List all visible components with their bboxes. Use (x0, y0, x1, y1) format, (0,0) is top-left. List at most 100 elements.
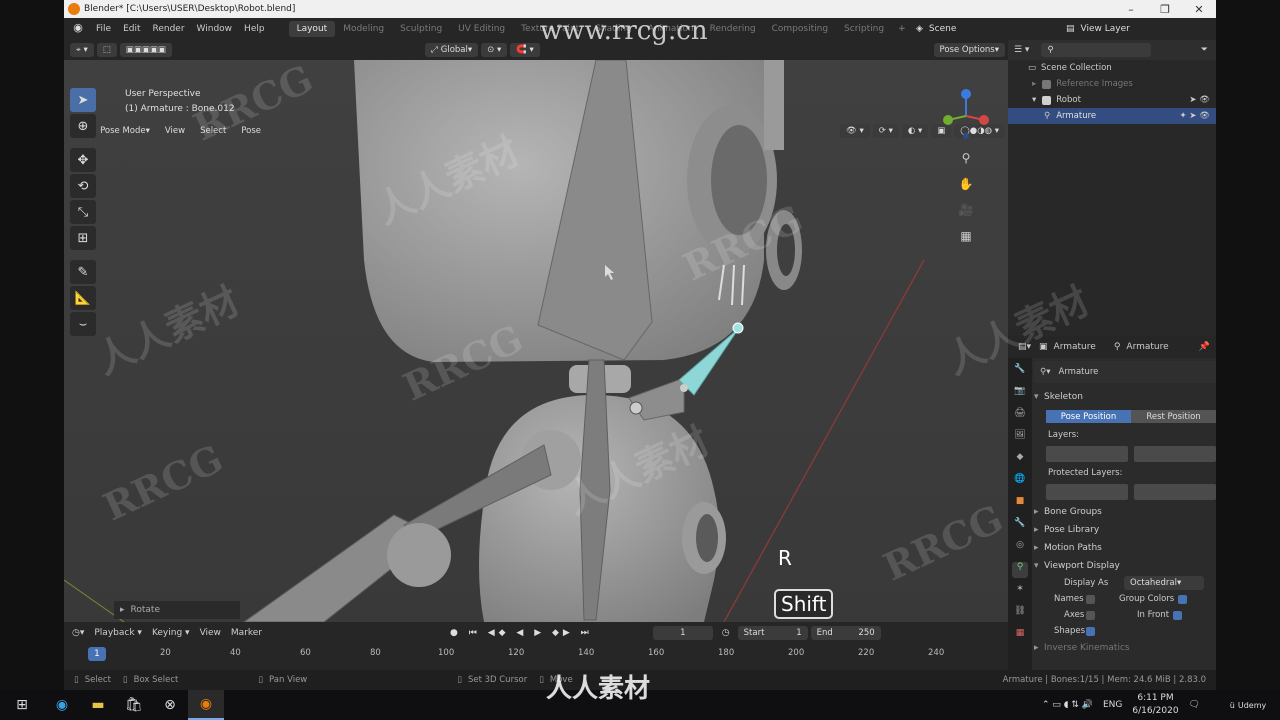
pin-icon[interactable]: 📌 (1199, 342, 1210, 352)
datablock-row[interactable]: ⚲▾ Armature (1034, 361, 1216, 383)
menu-keying[interactable]: Keying ▾ (152, 628, 190, 638)
orientation-dropdown[interactable]: ⤢ Global ▾ (424, 43, 479, 57)
start-frame-field[interactable]: Start 1 (737, 626, 808, 640)
language-indicator[interactable]: ENG (1103, 700, 1122, 710)
grid-icon[interactable]: ▦ (956, 229, 976, 249)
object-tab-icon[interactable]: ■ (1012, 496, 1028, 512)
bone-tab-icon[interactable]: ✶ (1012, 584, 1028, 600)
3d-viewport[interactable]: ⌖▾ Pose Mode ▾ View Select Pose 👁 ▾ ⟳ ▾ … (64, 60, 1008, 622)
windows-start-icon[interactable]: ⊞ (0, 690, 44, 720)
display-as-dropdown[interactable]: Octahedral ▾ (1124, 576, 1204, 590)
end-frame-field[interactable]: End 250 (810, 626, 881, 640)
tab-scripting[interactable]: Scripting (836, 21, 892, 37)
group-colors-checkbox[interactable] (1178, 594, 1188, 604)
panel-motion-paths[interactable]: ▸ Motion Paths (1034, 539, 1216, 557)
tab-layout[interactable]: Layout (288, 21, 336, 37)
menu-view[interactable]: View (159, 124, 191, 138)
outliner-row-reference[interactable]: ▸ Reference Images (1008, 76, 1216, 92)
current-frame-field[interactable]: 1 (652, 626, 713, 640)
armature-data-tab-icon[interactable]: ⚲ (1012, 562, 1028, 578)
tab-compositing[interactable]: Compositing (764, 21, 836, 37)
mode-dropdown[interactable]: Pose Mode ▾ (94, 124, 156, 138)
rest-position-button[interactable]: Rest Position (1131, 410, 1216, 423)
menu-select[interactable]: Select (194, 124, 232, 138)
panel-pose-library[interactable]: ▸ Pose Library (1034, 521, 1216, 539)
panel-bone-groups[interactable]: ▸ Bone Groups (1034, 503, 1216, 521)
snap-toggle[interactable]: 🧲 ▾ (510, 43, 540, 57)
overlay-toggle-icon[interactable]: ◐ ▾ (901, 124, 929, 138)
filter-icon[interactable]: ⏷ (1201, 45, 1208, 55)
outliner-row-robot[interactable]: ▾ Robot ➤ 👁 (1008, 92, 1216, 108)
layers-grid[interactable] (1046, 446, 1216, 462)
menu-render[interactable]: Render (147, 24, 191, 34)
store-icon[interactable]: 🛍 (116, 690, 152, 720)
checkbox-icon[interactable] (1042, 79, 1052, 89)
cursor-tool-icon[interactable]: ⊕ (70, 114, 96, 138)
add-workspace-icon[interactable]: + (892, 24, 912, 34)
props-editor-icon[interactable]: ▤▾ (1018, 342, 1031, 352)
scene-selector[interactable]: ◈ Scene (916, 24, 1066, 34)
pan-hand-icon[interactable]: ✋ (956, 177, 976, 197)
output-tab-icon[interactable]: 🖨 (1012, 408, 1028, 424)
menu-help[interactable]: Help (238, 24, 271, 34)
close-icon[interactable]: ✕ (1182, 3, 1216, 16)
names-checkbox[interactable] (1086, 594, 1095, 604)
camera-icon[interactable]: 🎥 (956, 203, 976, 223)
zoom-icon[interactable]: ⚲ (956, 151, 976, 171)
clock[interactable]: 6:11 PM 6/16/2020 (1132, 692, 1178, 718)
menu-marker[interactable]: Marker (231, 628, 262, 638)
outliner-search[interactable]: ⚲ (1041, 43, 1152, 57)
move-tool-icon[interactable]: ✥ (70, 148, 96, 172)
texture-tab-icon[interactable]: ▦ (1012, 628, 1028, 644)
pose-options-dropdown[interactable]: Pose Options ▾ (933, 43, 1005, 57)
transform-tool-icon[interactable]: ⊞ (70, 226, 96, 250)
timeline-editor-icon[interactable]: ◷▾ (72, 628, 84, 638)
gizmo-toggle-icon[interactable]: ⟳ ▾ (872, 124, 899, 138)
bone-constraint-tab-icon[interactable]: ⛓ (1012, 606, 1028, 622)
xbox-icon[interactable]: ⊗ (152, 690, 188, 720)
edge-browser-icon[interactable]: ◉ (44, 690, 80, 720)
view-layer-tab-icon[interactable]: 🖼 (1012, 430, 1028, 446)
layer-block[interactable] (1046, 484, 1128, 500)
outliner-row-armature[interactable]: ⚲ Armature ✦ ➤ 👁 (1008, 108, 1216, 124)
outliner-editor-icon[interactable]: ☰ ▾ (1014, 45, 1029, 55)
menu-pose[interactable]: Pose (235, 124, 267, 138)
outliner-root[interactable]: ▭ Scene Collection (1008, 60, 1216, 76)
editor-type-icon[interactable]: ⌖ ▾ (70, 43, 94, 57)
visibility-icon[interactable]: 👁 ▾ (839, 124, 870, 138)
layer-block[interactable] (1134, 446, 1216, 462)
eye-icon[interactable]: ➤ 👁 (1189, 95, 1210, 105)
modifier-tab-icon[interactable]: 🔧 (1012, 518, 1028, 534)
view-layer-selector[interactable]: ▤ View Layer (1066, 24, 1216, 34)
select-tool-icon[interactable]: ➤ (70, 88, 96, 112)
render-tab-icon[interactable]: 📷 (1012, 386, 1028, 402)
tray-icons[interactable]: ⌃ ▭ ◖ ⇅ 🔊 (1042, 700, 1093, 710)
timeline-ruler[interactable]: 20 40 60 80 100 120 140 160 180 200 220 … (86, 648, 996, 662)
annotate-tool-icon[interactable]: ✎ (70, 260, 96, 284)
shapes-checkbox[interactable] (1086, 626, 1095, 636)
scale-tool-icon[interactable]: ⤡ (70, 200, 96, 224)
panel-skeleton[interactable]: ▾ Skeleton (1034, 388, 1216, 406)
scene-tab-icon[interactable]: ◆ (1012, 452, 1028, 468)
layer-block[interactable] (1134, 484, 1216, 500)
measure-tool-icon[interactable]: 📐 (70, 286, 96, 310)
tab-modeling[interactable]: Modeling (335, 21, 392, 37)
physics-tab-icon[interactable]: ◎ (1012, 540, 1028, 556)
tab-rendering[interactable]: Rendering (702, 21, 764, 37)
maximize-icon[interactable]: ❐ (1148, 3, 1182, 16)
protected-layers-grid[interactable] (1046, 484, 1216, 500)
pivot-dropdown[interactable]: ⊙ ▾ (481, 43, 508, 57)
pose-position-button[interactable]: Pose Position (1046, 410, 1131, 423)
menu-file[interactable]: File (90, 24, 117, 34)
last-operator-panel[interactable]: ▸ Rotate (114, 601, 240, 619)
select-mode-icon[interactable]: ⬚ (96, 43, 117, 57)
layer-block[interactable] (1046, 446, 1128, 462)
pose-tool-icon[interactable]: ⌣ (70, 312, 96, 336)
file-explorer-icon[interactable]: ▬ (80, 690, 116, 720)
menu-playback[interactable]: Playback ▾ (94, 628, 142, 638)
blender-menu-icon[interactable]: ◉ (70, 21, 86, 37)
minimize-icon[interactable]: – (1114, 3, 1148, 16)
tab-sculpting[interactable]: Sculpting (392, 21, 450, 37)
rotate-tool-icon[interactable]: ⟲ (70, 174, 96, 198)
selection-mode-buttons[interactable]: ▣▣▣▣▣ (119, 43, 172, 57)
